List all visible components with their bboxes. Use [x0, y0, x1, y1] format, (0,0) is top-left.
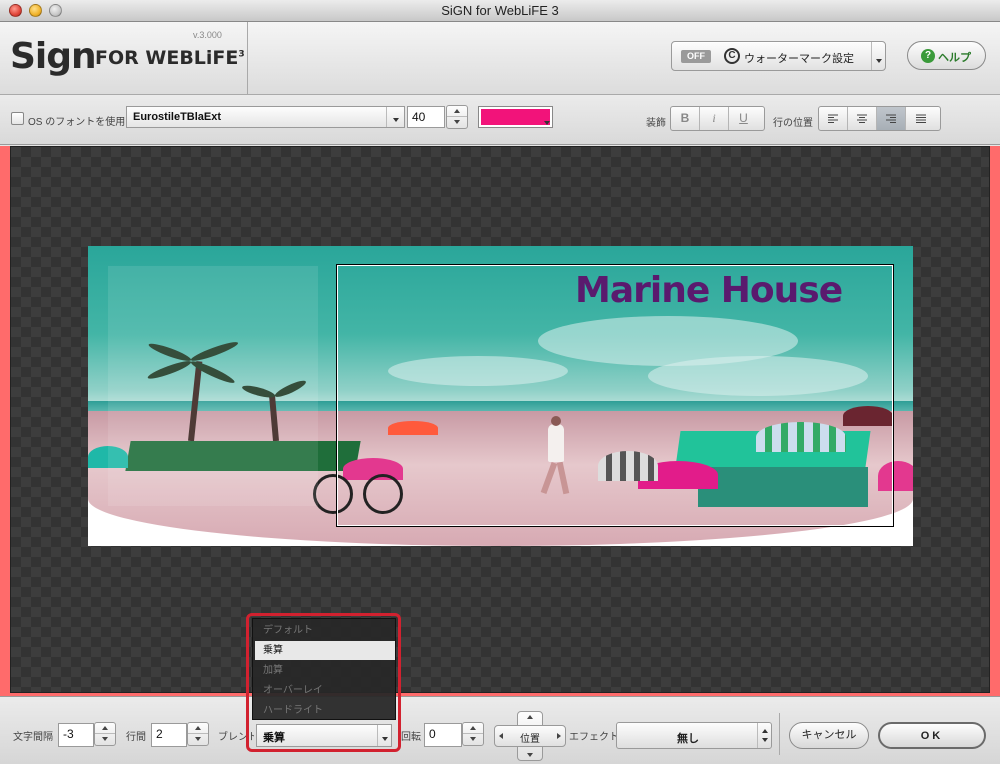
image-text-area [108, 266, 318, 506]
align-right-button[interactable] [877, 107, 906, 130]
blend-mode-menu: デフォルト 乗算 加算 オーバーレイ ハードライト [252, 618, 396, 720]
align-left-button[interactable] [819, 107, 848, 130]
bottom-toolbar: 文字間隔 -3 行間 2 ブレンド 乗算 回転 0 位置 エフェクト 無し キャ… [0, 696, 1000, 764]
logo-sign-text: Sign [10, 36, 97, 77]
canvas-frame: Marine House [0, 146, 1000, 696]
help-icon: ? [921, 49, 935, 63]
move-left-icon[interactable] [499, 733, 503, 739]
position-label: 位置 [520, 734, 540, 745]
line-position-label: 行の位置 [773, 118, 813, 129]
chevron-down-icon [386, 107, 404, 127]
stepper-down-icon[interactable] [447, 117, 467, 128]
close-window-button[interactable] [9, 4, 22, 17]
bold-button[interactable]: B [671, 107, 700, 130]
line-spacing-input[interactable]: 2 [151, 723, 187, 747]
letter-spacing-label: 文字間隔 [13, 732, 53, 743]
chevron-down-icon [544, 121, 550, 125]
rotation-label: 回転 [401, 732, 421, 743]
align-justify-icon [915, 114, 926, 123]
stepper-up-icon[interactable] [188, 723, 208, 734]
text-color-swatch [481, 109, 550, 125]
headline-text[interactable]: Marine House [575, 270, 843, 311]
stepper-up-icon[interactable] [95, 723, 115, 734]
watermark-off-toggle[interactable]: OFF [681, 50, 711, 63]
divider [779, 713, 780, 755]
chevron-down-icon [871, 42, 885, 70]
font-size-stepper[interactable] [446, 105, 468, 129]
line-spacing-label: 行間 [126, 732, 146, 743]
align-right-icon [886, 114, 896, 123]
effect-select[interactable]: 無し [616, 722, 772, 749]
align-center-button[interactable] [848, 107, 877, 130]
decoration-label: 装飾 [646, 118, 666, 129]
ok-button[interactable]: OK [878, 722, 986, 749]
font-size-input[interactable]: 40 [407, 106, 445, 128]
zoom-window-button[interactable] [49, 4, 62, 17]
rotation-stepper[interactable] [462, 722, 484, 746]
stepper-up-icon[interactable] [463, 723, 483, 734]
blend-menu-item[interactable]: 乗算 [255, 641, 395, 660]
move-right-icon[interactable] [557, 733, 561, 739]
stepper-down-icon[interactable] [463, 734, 483, 745]
effect-value: 無し [677, 733, 699, 745]
os-font-label: OS のフォントを使用 [28, 117, 126, 128]
text-style-buttons: B i U [670, 106, 765, 131]
align-left-icon [828, 114, 838, 123]
cancel-button[interactable]: キャンセル [789, 722, 869, 749]
banner-image[interactable]: Marine House [88, 246, 913, 546]
blend-menu-item[interactable]: オーバーレイ [255, 681, 395, 700]
font-family-value: EurostileTBlaExt [133, 111, 222, 123]
title-bar: SiGN for WebLiFE 3 [0, 0, 1000, 22]
line-spacing-stepper[interactable] [187, 722, 209, 746]
position-pad: 位置 [494, 711, 566, 761]
blend-menu-item[interactable]: ハードライト [255, 701, 395, 720]
logo-subtitle: FOR WEBLiFE3 [95, 47, 245, 69]
app-header: Sign FOR WEBLiFE3 v.3.000 OFF C ウォーターマーク… [0, 22, 1000, 95]
rotation-input[interactable]: 0 [424, 723, 462, 747]
move-up-icon[interactable] [527, 715, 533, 719]
alignment-buttons [818, 106, 941, 131]
blend-menu-item[interactable]: 加算 [255, 661, 395, 680]
move-down-icon[interactable] [527, 753, 533, 757]
version-label: v.3.000 [193, 30, 222, 40]
canvas-area: Marine House [10, 146, 990, 693]
copyright-icon: C [724, 48, 740, 64]
help-label: ヘルプ [938, 52, 971, 64]
stepper-down-icon[interactable] [95, 734, 115, 745]
os-font-checkbox[interactable] [11, 112, 24, 125]
up-down-chevron-icon [757, 723, 771, 748]
stepper-down-icon[interactable] [188, 734, 208, 745]
font-family-select[interactable]: EurostileTBlaExt [126, 106, 405, 128]
watermark-settings-label: ウォーターマーク設定 [744, 53, 854, 65]
underline-button[interactable]: U [729, 107, 758, 130]
letter-spacing-input[interactable]: -3 [58, 723, 94, 747]
align-center-icon [857, 114, 867, 123]
letter-spacing-stepper[interactable] [94, 722, 116, 746]
help-button[interactable]: ? ヘルプ [907, 41, 986, 70]
text-toolbar: OS のフォントを使用 EurostileTBlaExt 40 装飾 B i U… [0, 95, 1000, 145]
logo: Sign FOR WEBLiFE3 v.3.000 [0, 22, 248, 94]
align-justify-button[interactable] [906, 107, 935, 130]
effect-label: エフェクト [569, 732, 619, 743]
minimize-window-button[interactable] [29, 4, 42, 17]
blend-menu-item[interactable]: デフォルト [255, 621, 395, 640]
window-title: SiGN for WebLiFE 3 [441, 3, 559, 18]
watermark-settings-select[interactable]: OFF C ウォーターマーク設定 [671, 41, 886, 71]
italic-button[interactable]: i [700, 107, 729, 130]
stepper-up-icon[interactable] [447, 106, 467, 117]
text-color-picker[interactable] [478, 106, 553, 128]
